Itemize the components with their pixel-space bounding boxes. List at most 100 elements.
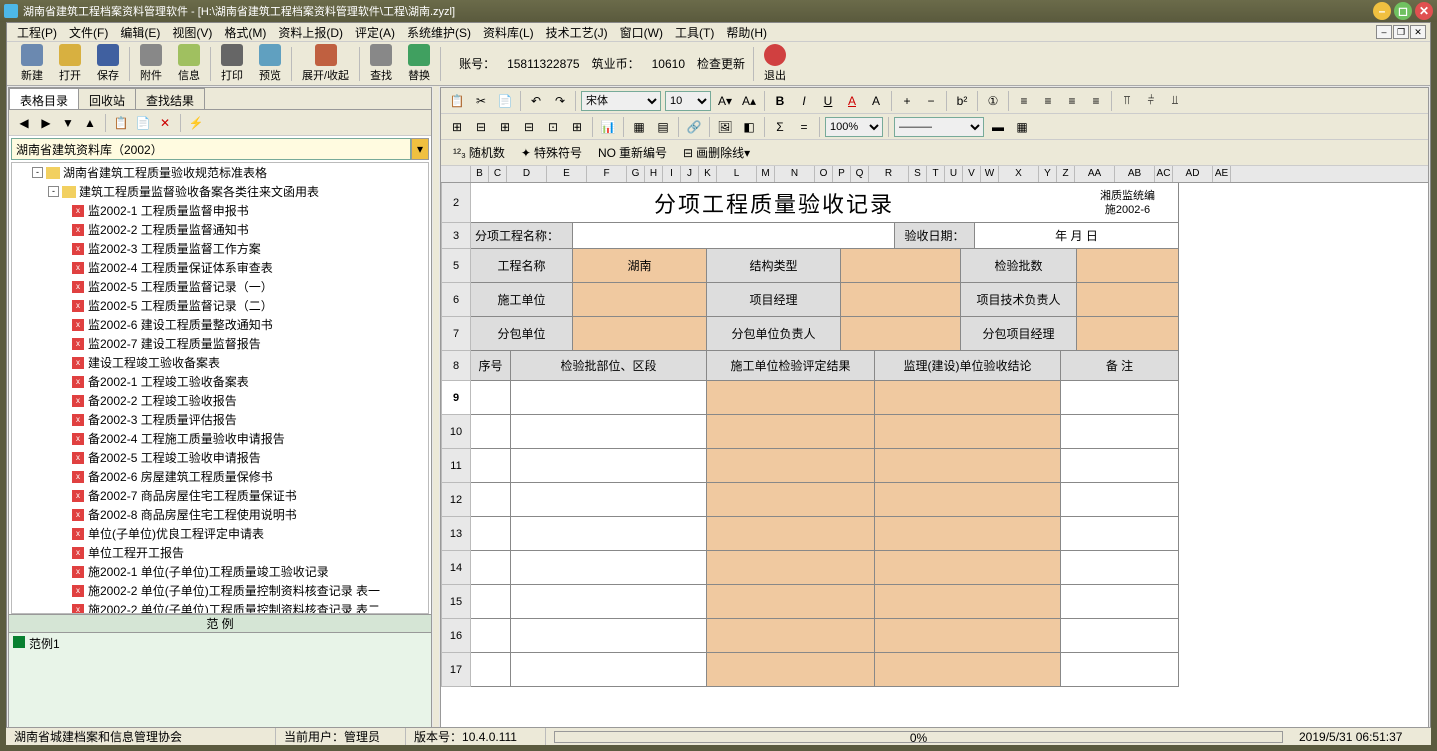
cell[interactable] <box>1061 653 1179 687</box>
redo-icon[interactable]: ↷ <box>549 90 571 112</box>
cell[interactable] <box>511 517 707 551</box>
cell[interactable] <box>471 619 511 653</box>
cell[interactable]: 湖南 <box>573 249 707 283</box>
cut-icon[interactable]: ✂ <box>470 90 492 112</box>
new-button[interactable]: 新建 <box>13 44 51 83</box>
tree-item[interactable]: x监2002-1 工程质量监督申报书 <box>12 201 428 220</box>
tree-item[interactable]: x备2002-8 商品房屋住宅工程使用说明书 <box>12 505 428 524</box>
cell[interactable] <box>511 585 707 619</box>
grow-font-icon[interactable]: A▴ <box>738 90 760 112</box>
check-update-link[interactable]: 检查更新 <box>697 55 745 72</box>
cell[interactable]: 结构类型 <box>707 249 841 283</box>
cell[interactable] <box>471 483 511 517</box>
ins-col-icon[interactable]: ⊞ <box>494 116 516 138</box>
cell[interactable] <box>875 619 1061 653</box>
fx-icon[interactable]: = <box>793 116 815 138</box>
shrink-font-icon[interactable]: A▾ <box>714 90 736 112</box>
tree-item[interactable]: x备2002-5 工程竣工验收申请报告 <box>12 448 428 467</box>
cell[interactable] <box>511 449 707 483</box>
del-row-icon[interactable]: ⊟ <box>470 116 492 138</box>
library-combo[interactable] <box>11 138 411 160</box>
align-justify-icon[interactable]: ≡ <box>1085 90 1107 112</box>
font-select[interactable]: 宋体 <box>581 91 661 111</box>
cell[interactable] <box>841 283 961 317</box>
copy-icon[interactable]: 📋 <box>112 114 130 132</box>
menu-file[interactable]: 文件(F) <box>63 24 114 41</box>
print-button[interactable]: 打印 <box>213 44 251 83</box>
cell[interactable] <box>707 415 875 449</box>
grid-icon[interactable]: ▦ <box>628 116 650 138</box>
mdi-close[interactable]: ✕ <box>1410 25 1426 39</box>
open-button[interactable]: 打开 <box>51 44 89 83</box>
tab-results[interactable]: 查找结果 <box>135 88 205 109</box>
copy-icon[interactable]: 📋 <box>446 90 468 112</box>
align-left-icon[interactable]: ≡ <box>1013 90 1035 112</box>
tree-item[interactable]: x备2002-3 工程质量评估报告 <box>12 410 428 429</box>
undo-icon[interactable]: ↶ <box>525 90 547 112</box>
symbol-icon[interactable]: ① <box>982 90 1004 112</box>
mdi-minimize[interactable]: – <box>1376 25 1392 39</box>
menu-system[interactable]: 系统维护(S) <box>401 24 477 41</box>
nav-fwd-icon[interactable]: ▶ <box>37 114 55 132</box>
italic-icon[interactable]: I <box>793 90 815 112</box>
minus-icon[interactable]: − <box>920 90 942 112</box>
menu-lib[interactable]: 资料库(L) <box>477 24 540 41</box>
cell[interactable] <box>471 551 511 585</box>
cell[interactable]: 项目经理 <box>707 283 841 317</box>
cell[interactable] <box>841 249 961 283</box>
library-dropdown[interactable]: ▾ <box>411 138 429 160</box>
tree-item[interactable]: x施2002-1 单位(子单位)工程质量竣工验收记录 <box>12 562 428 581</box>
cell[interactable] <box>471 517 511 551</box>
superscript-icon[interactable]: b² <box>951 90 973 112</box>
cell[interactable] <box>707 585 875 619</box>
cell[interactable]: 分包单位负责人 <box>707 317 841 351</box>
merge-icon[interactable]: ⊡ <box>542 116 564 138</box>
example-item[interactable]: 范例1 <box>13 635 427 652</box>
tree-item[interactable]: x单位工程开工报告 <box>12 543 428 562</box>
special-button[interactable]: ✦特殊符号 <box>515 142 588 164</box>
cell[interactable] <box>511 381 707 415</box>
tree-branch[interactable]: -建筑工程质量监督验收备案各类往来文函用表 <box>12 182 428 201</box>
highlight-icon[interactable]: A <box>865 90 887 112</box>
chart-icon[interactable]: 📊 <box>597 116 619 138</box>
menu-help[interactable]: 帮助(H) <box>720 24 773 41</box>
align-center-icon[interactable]: ≡ <box>1037 90 1059 112</box>
cell[interactable] <box>707 619 875 653</box>
cell[interactable]: 工程名称 <box>471 249 573 283</box>
cell[interactable] <box>471 449 511 483</box>
cell[interactable] <box>511 619 707 653</box>
vertical-splitter[interactable] <box>433 86 439 744</box>
cell[interactable] <box>875 381 1061 415</box>
nav-down-icon[interactable]: ▼ <box>59 114 77 132</box>
menu-format[interactable]: 格式(M) <box>218 24 272 41</box>
align-right-icon[interactable]: ≡ <box>1061 90 1083 112</box>
cell[interactable]: 分包单位 <box>471 317 573 351</box>
cell[interactable] <box>1061 415 1179 449</box>
tree-item[interactable]: x备2002-7 商品房屋住宅工程质量保证书 <box>12 486 428 505</box>
cell[interactable] <box>511 551 707 585</box>
cell[interactable] <box>875 483 1061 517</box>
tree-view[interactable]: -湖南省建筑工程质量验收规范标准表格-建筑工程质量监督验收备案各类往来文函用表x… <box>11 162 429 614</box>
cell[interactable] <box>707 551 875 585</box>
exit-button[interactable]: 退出 <box>756 44 794 83</box>
nav-back-icon[interactable]: ◀ <box>15 114 33 132</box>
valign-mid-icon[interactable]: ⫩ <box>1140 90 1162 112</box>
tab-recycle[interactable]: 回收站 <box>78 88 136 109</box>
cell[interactable] <box>1061 551 1179 585</box>
menu-edit[interactable]: 编辑(E) <box>114 24 166 41</box>
tree-item[interactable]: x监2002-2 工程质量监督通知书 <box>12 220 428 239</box>
cell[interactable] <box>1061 483 1179 517</box>
tree-item[interactable]: x监2002-3 工程质量监督工作方案 <box>12 239 428 258</box>
plus-icon[interactable]: + <box>896 90 918 112</box>
tree-item[interactable]: x单位(子单位)优良工程评定申请表 <box>12 524 428 543</box>
menu-tech[interactable]: 技术工艺(J) <box>540 24 614 41</box>
img-icon[interactable]: 🖼 <box>714 116 736 138</box>
cell[interactable] <box>511 415 707 449</box>
find-button[interactable]: 查找 <box>362 44 400 83</box>
filter-icon[interactable]: ⚡ <box>187 114 205 132</box>
cell[interactable] <box>1077 249 1179 283</box>
split-icon[interactable]: ⊞ <box>566 116 588 138</box>
info-button[interactable]: 信息 <box>170 44 208 83</box>
cell[interactable] <box>573 317 707 351</box>
menu-tools[interactable]: 工具(T) <box>669 24 720 41</box>
